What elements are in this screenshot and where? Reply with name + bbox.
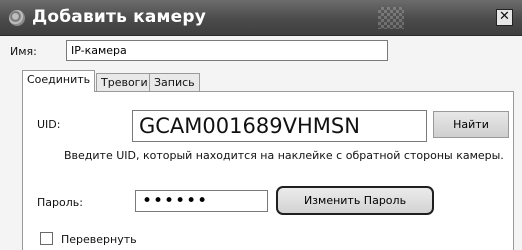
- tab-alarms[interactable]: Тревоги: [96, 73, 153, 91]
- window-title: Добавить камеру: [32, 7, 207, 27]
- flip-label: Перевернуть: [61, 233, 137, 246]
- name-label: Имя:: [10, 45, 37, 58]
- name-input[interactable]: [66, 40, 388, 61]
- find-button[interactable]: Найти: [433, 111, 509, 138]
- password-input[interactable]: [135, 190, 268, 212]
- password-label: Пароль:: [37, 196, 83, 209]
- title-decoration: [378, 7, 404, 29]
- tab-connect[interactable]: Соединить: [22, 70, 96, 92]
- title-bar[interactable]: Добавить камеру ✕: [0, 0, 522, 36]
- tab-recording[interactable]: Запись: [149, 73, 200, 91]
- close-icon[interactable]: ✕: [496, 9, 513, 26]
- uid-hint-text: Введите UID, который находится на наклей…: [64, 149, 504, 162]
- uid-label: UID:: [37, 118, 61, 131]
- change-password-button[interactable]: Изменить Пароль: [276, 186, 434, 215]
- uid-input[interactable]: [132, 110, 427, 142]
- camera-app-icon: [9, 10, 25, 26]
- flip-checkbox[interactable]: [40, 232, 53, 245]
